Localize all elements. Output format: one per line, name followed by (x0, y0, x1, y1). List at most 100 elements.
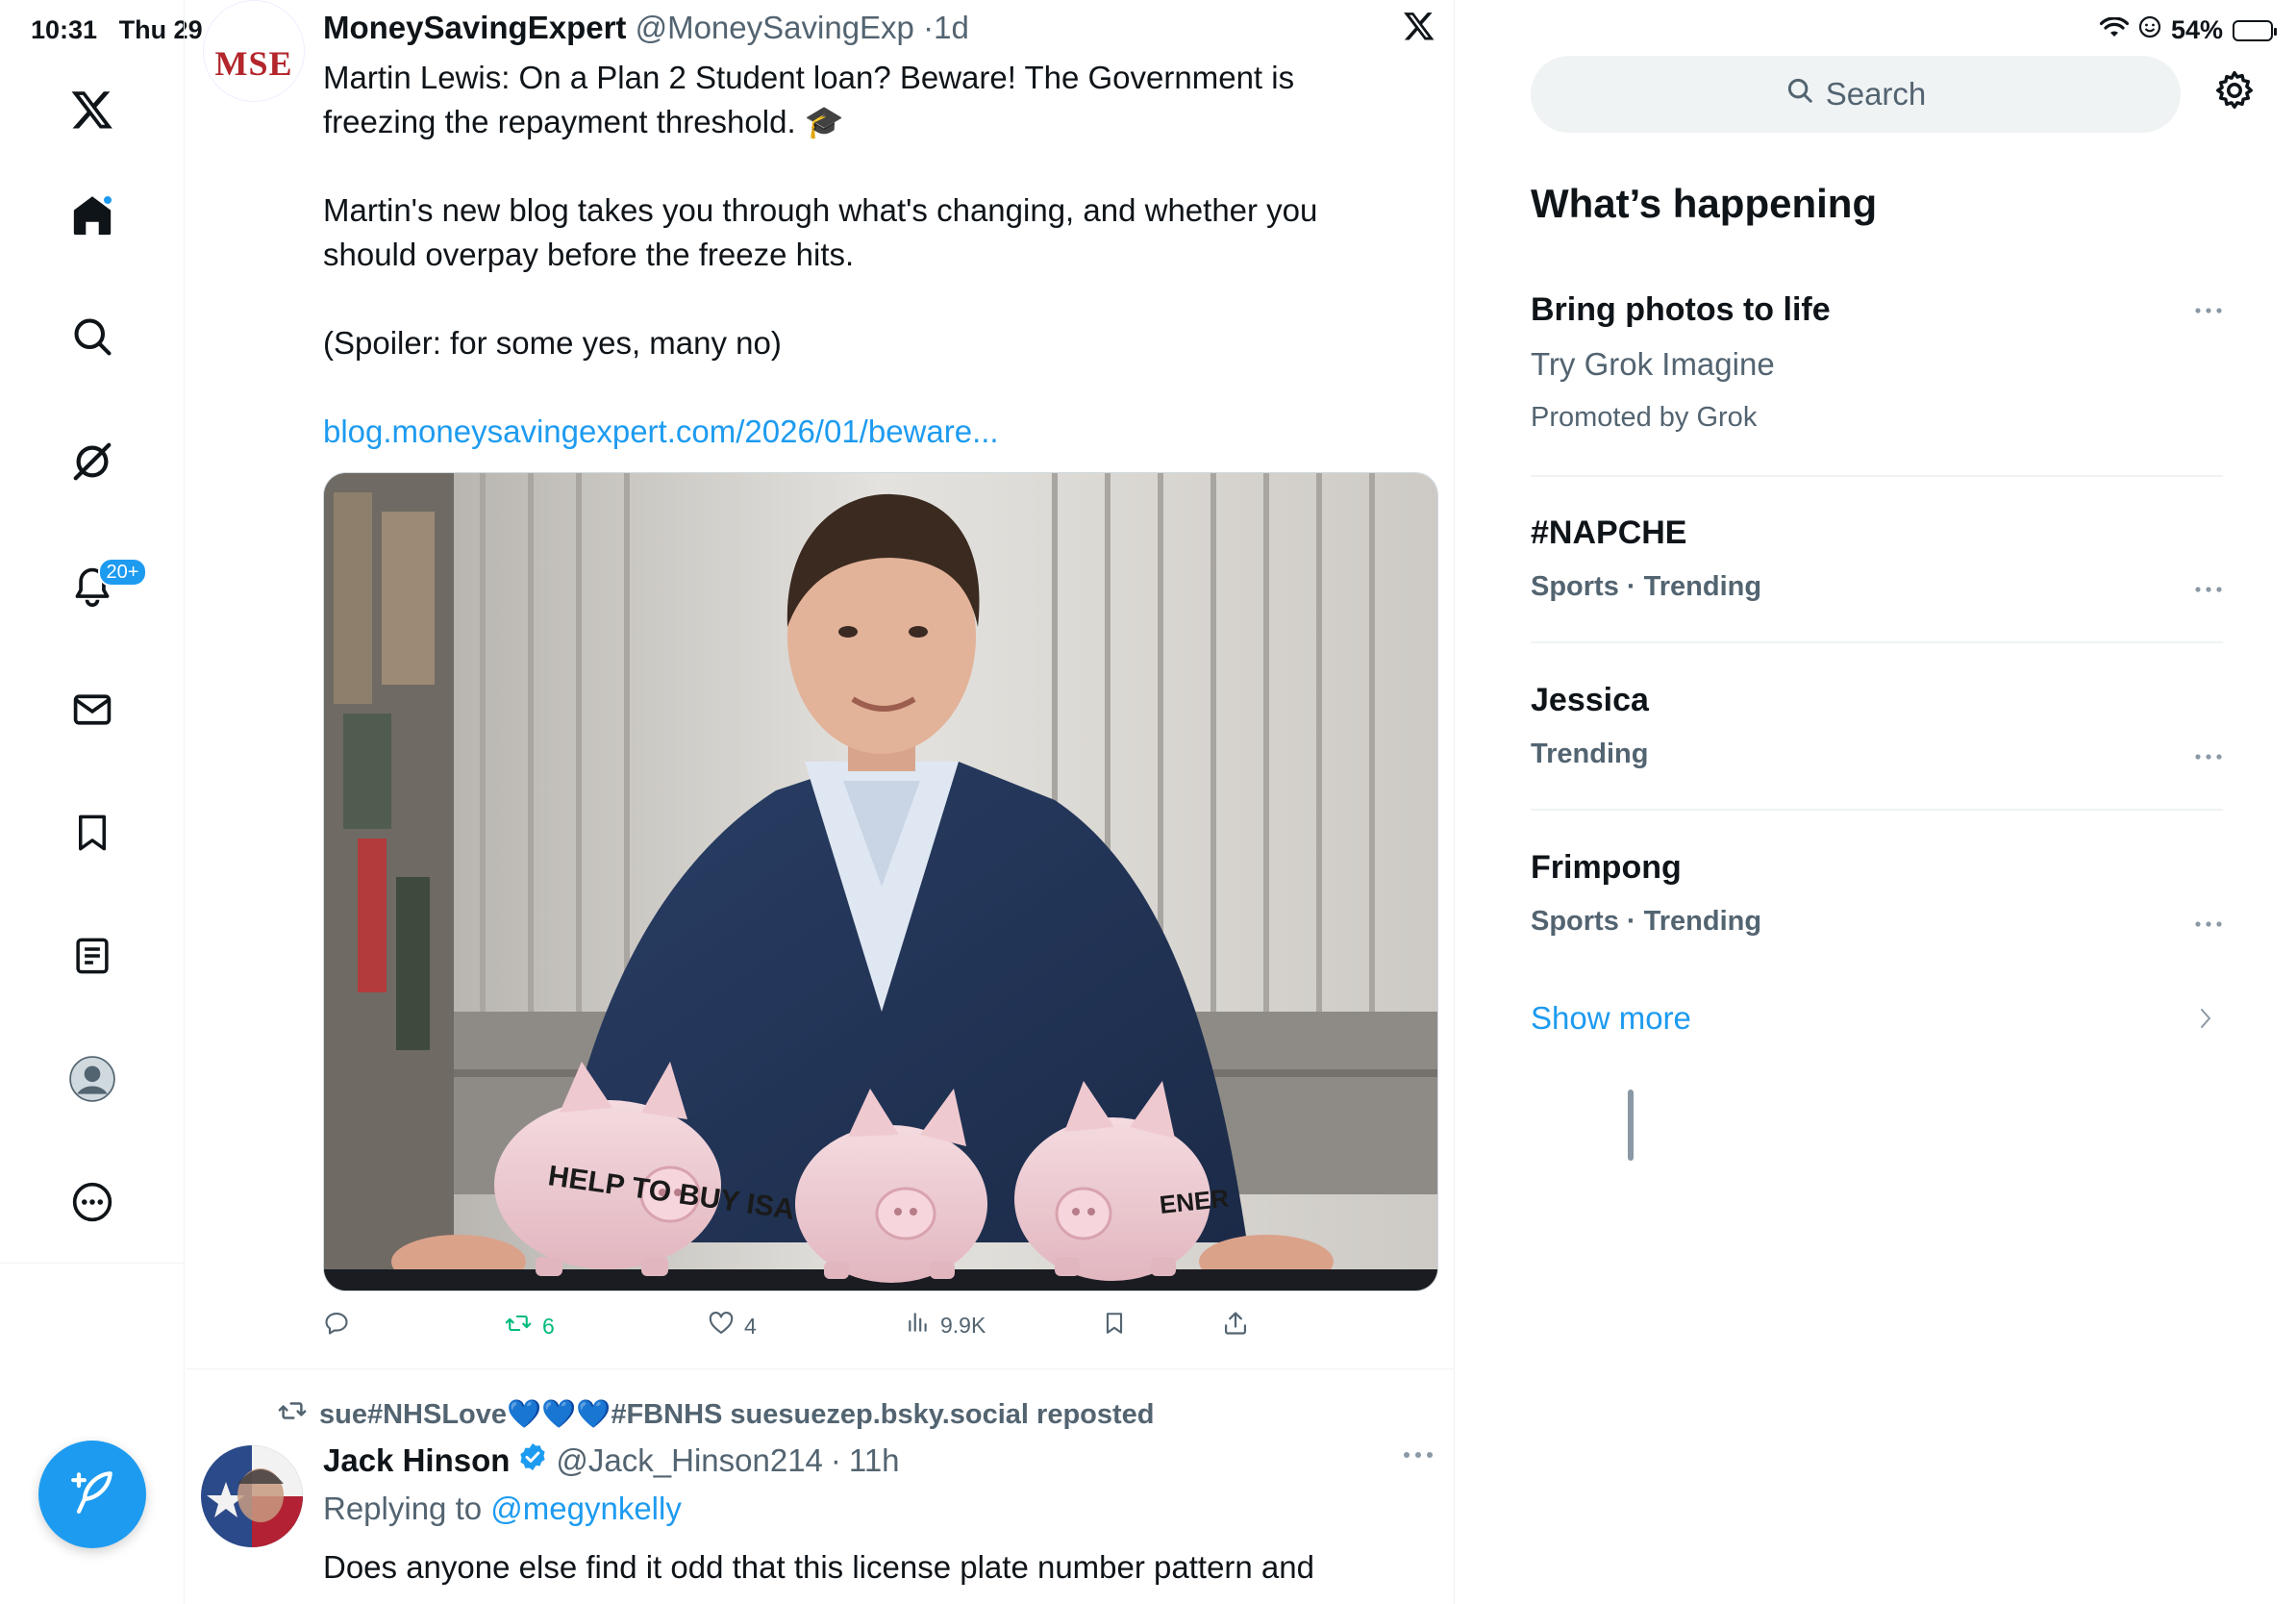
trend-promoted: Promoted by Grok (1531, 402, 1758, 433)
trend-divider (1531, 809, 2223, 811)
show-more-link[interactable]: Show more (1531, 1000, 1691, 1037)
nav-more[interactable] (62, 1173, 123, 1235)
x-logo-icon[interactable] (62, 79, 123, 140)
nav-bookmarks[interactable] (62, 804, 123, 865)
trend-title: Jessica (1531, 682, 1649, 718)
replying-to: Replying to @megynkelly (323, 1491, 682, 1527)
trend-item[interactable]: Jessica Trending (1531, 682, 2223, 770)
trend-item[interactable]: Frimpong Sports · Trending (1531, 849, 2223, 938)
repost-context[interactable]: sue#NHSLove💙💙💙#FBNHS suesuezep.bsky.soci… (277, 1396, 1155, 1433)
tweet-time[interactable]: 1d (934, 10, 969, 45)
share-icon (1222, 1310, 1249, 1342)
battery-percent: 54% (2170, 15, 2223, 44)
nav-articles[interactable] (62, 927, 123, 989)
notifications-badge: 20+ (97, 558, 148, 587)
tweet-divider (186, 1368, 1455, 1369)
more-dots-icon (1402, 1448, 1435, 1465)
search-placeholder: Search (1825, 76, 1927, 112)
nav-home[interactable] (62, 187, 123, 248)
section-title: What’s happening (1531, 181, 1878, 226)
author-handle[interactable]: @Jack_Hinson214 (556, 1442, 823, 1479)
bookmarks-icon (72, 813, 112, 858)
trend-title: Frimpong (1531, 849, 1682, 886)
mse-logo: MSE (214, 44, 293, 83)
focus-smiley-icon (2138, 15, 2161, 45)
tweet-actions: 6 4 9.9K (323, 1310, 1285, 1348)
views-count: 9.9K (940, 1312, 986, 1338)
more-dots-icon (2195, 308, 2222, 313)
repost-button[interactable]: 6 (504, 1310, 555, 1342)
trend-more-button[interactable] (2194, 916, 2223, 934)
tweet-time[interactable]: 11h (849, 1442, 900, 1479)
trend-category: Sports · Trending (1531, 906, 1762, 937)
more-dots-icon (2195, 754, 2222, 760)
settings-button[interactable] (2213, 69, 2256, 116)
articles-icon (72, 936, 112, 981)
x-badge-icon (1402, 10, 1436, 47)
replying-to-handle[interactable]: @megynkelly (490, 1491, 682, 1526)
share-button[interactable] (1222, 1310, 1249, 1342)
repost-icon (277, 1396, 308, 1433)
status-indicators: 54% (2099, 15, 2277, 45)
dot-separator: · (913, 10, 935, 45)
trend-title: Bring photos to life (1531, 291, 1831, 328)
author-name[interactable]: MoneySavingExpert (323, 10, 626, 45)
dot-separator: · (830, 1442, 841, 1478)
trend-item[interactable]: Bring photos to life Try Grok Imagine Pr… (1531, 291, 2223, 434)
tweet-paragraph-1: Martin Lewis: On a Plan 2 Student loan? … (323, 60, 1295, 139)
search-icon (71, 315, 113, 363)
like-button[interactable]: 4 (708, 1310, 757, 1342)
more-dots-icon (2195, 921, 2222, 927)
reply-button[interactable] (323, 1310, 360, 1342)
nav-search[interactable] (62, 308, 123, 369)
author-handle[interactable]: @MoneySavingExp (636, 10, 914, 45)
compose-button[interactable] (38, 1441, 146, 1548)
trend-more-button[interactable] (2194, 582, 2223, 599)
trend-more-button[interactable] (2194, 303, 2223, 320)
timeline: MSE MoneySavingExpert @MoneySavingExp ·1… (186, 0, 1634, 1604)
author-name[interactable]: Jack Hinson (323, 1442, 510, 1479)
tweet-paragraph-2: Martin's new blog takes you through what… (323, 192, 1318, 272)
scrollbar-thumb[interactable] (1628, 1090, 1634, 1161)
messages-icon (71, 689, 113, 736)
tweet-header: Jack Hinson @Jack_Hinson214 · 11h (323, 1441, 900, 1480)
tweet-text: Martin Lewis: On a Plan 2 Student loan? … (323, 56, 1390, 498)
nav-grok[interactable] (62, 433, 123, 494)
tweet-link[interactable]: blog.moneysavingexpert.com/2026/01/bewar… (323, 410, 1390, 454)
nav-divider (0, 1263, 185, 1264)
reply-icon (323, 1310, 350, 1342)
trend-divider (1531, 641, 2223, 643)
trend-item[interactable]: #NAPCHE Sports · Trending (1531, 514, 2223, 603)
heart-icon (708, 1310, 735, 1342)
repost-count: 6 (542, 1313, 555, 1339)
compose-icon (65, 1466, 119, 1524)
repost-icon (504, 1310, 533, 1342)
trend-category: Trending (1531, 739, 1649, 769)
trend-divider (1531, 475, 2223, 477)
battery-icon (2233, 19, 2277, 41)
search-icon (1785, 76, 1814, 113)
like-count: 4 (744, 1313, 757, 1339)
nav-notifications[interactable]: 20+ (62, 558, 148, 619)
grok-icon (70, 439, 114, 489)
tweet-image[interactable]: HELP TO BUY ISA ENER (323, 472, 1438, 1291)
verified-badge-icon (517, 1441, 548, 1480)
bookmark-button[interactable] (1102, 1310, 1127, 1342)
tweet-paragraph-3: (Spoiler: for some yes, many no) (323, 325, 782, 361)
sidebar-nav: 20+ (0, 0, 185, 1604)
avatar[interactable] (201, 1445, 303, 1547)
search-input[interactable]: Search (1531, 56, 2181, 133)
tweet-more-button[interactable] (1402, 1448, 1435, 1466)
bookmark-icon (1102, 1310, 1127, 1342)
avatar[interactable]: MSE (203, 0, 305, 102)
wifi-icon (2099, 15, 2130, 45)
tweet-header: MoneySavingExpert @MoneySavingExp ·1d (323, 10, 969, 46)
views-button[interactable]: 9.9K (906, 1310, 986, 1341)
trend-more-button[interactable] (2194, 749, 2223, 766)
nav-profile[interactable] (62, 1050, 123, 1112)
gear-icon (2213, 70, 2256, 115)
trend-subtitle: Try Grok Imagine (1531, 346, 1775, 382)
chevron-right-icon (2198, 1006, 2213, 1036)
nav-messages[interactable] (62, 681, 123, 742)
replying-to-label: Replying to (323, 1491, 483, 1526)
